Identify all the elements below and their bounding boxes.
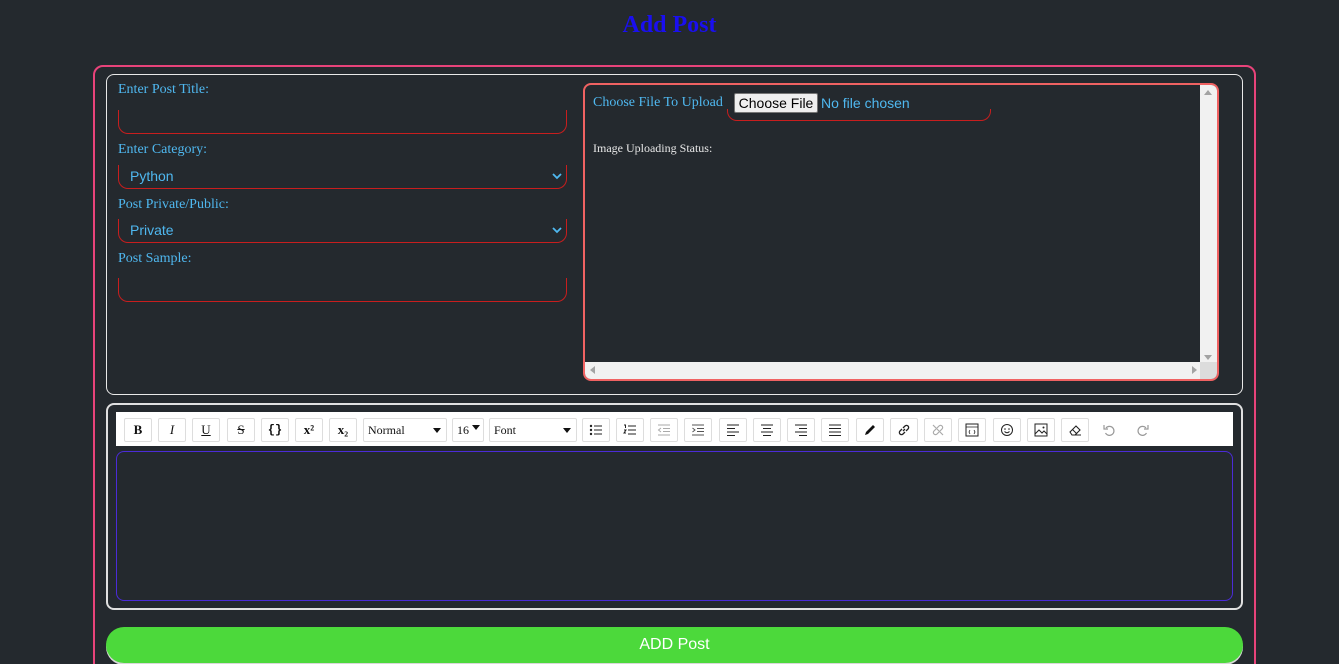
- category-select-value: Python: [130, 168, 174, 184]
- align-right-icon: [795, 424, 807, 436]
- align-left-icon: [727, 424, 739, 436]
- chevron-down-icon: [552, 173, 562, 183]
- horizontal-scrollbar[interactable]: [585, 362, 1202, 379]
- caret-down-icon: [563, 428, 571, 433]
- font-select[interactable]: Font: [489, 418, 577, 442]
- align-center-icon: [761, 424, 773, 436]
- numbered-list-button[interactable]: [616, 418, 644, 442]
- pen-icon: [865, 425, 875, 435]
- size-select-value: 16: [457, 423, 469, 437]
- redo-icon: [1137, 425, 1149, 436]
- caret-down-icon: [433, 428, 441, 433]
- font-select-value: Font: [494, 423, 517, 437]
- bullet-list-button[interactable]: [582, 418, 610, 442]
- post-sample-label: Post Sample:: [118, 251, 192, 266]
- align-center-button[interactable]: [753, 418, 781, 442]
- visibility-select[interactable]: Private: [118, 219, 567, 243]
- choose-file-button[interactable]: Choose File: [734, 93, 818, 113]
- chevron-down-icon: [552, 227, 562, 237]
- post-title-label: Enter Post Title:: [118, 82, 210, 97]
- justify-icon: [829, 424, 841, 436]
- underline-button[interactable]: U: [192, 418, 220, 442]
- italic-button[interactable]: I: [158, 418, 186, 442]
- vertical-scrollbar[interactable]: [1200, 85, 1217, 365]
- post-title-input[interactable]: [118, 110, 567, 134]
- code-button[interactable]: {}: [261, 418, 289, 442]
- clear-format-button[interactable]: [1061, 418, 1089, 442]
- format-select-value: Normal: [368, 423, 405, 437]
- category-label: Enter Category:: [118, 142, 208, 157]
- add-post-button[interactable]: ADD Post: [106, 627, 1243, 663]
- scroll-corner: [1200, 362, 1217, 379]
- smiley-icon: [1001, 424, 1013, 436]
- eraser-icon: [1069, 425, 1081, 436]
- category-select[interactable]: Python: [118, 165, 567, 189]
- redo-button[interactable]: [1129, 418, 1157, 442]
- superscript-button[interactable]: x²: [295, 418, 323, 442]
- undo-icon: [1103, 425, 1115, 436]
- subscript-button[interactable]: x₂: [329, 418, 357, 442]
- caret-down-icon: [472, 425, 480, 430]
- strikethrough-button[interactable]: S: [227, 418, 255, 442]
- align-left-button[interactable]: [719, 418, 747, 442]
- numbered-list-icon: [623, 424, 636, 435]
- file-status: No file chosen: [821, 95, 910, 111]
- insert-link-button[interactable]: [890, 418, 918, 442]
- bold-button[interactable]: B: [124, 418, 152, 442]
- bullet-list-icon: [589, 424, 602, 436]
- upload-label: Choose File To Upload: [593, 95, 723, 110]
- scroll-up-icon[interactable]: [1204, 90, 1212, 95]
- visibility-label: Post Private/Public:: [118, 197, 229, 212]
- scroll-down-icon[interactable]: [1204, 355, 1212, 360]
- visibility-select-value: Private: [130, 222, 174, 238]
- align-right-button[interactable]: [787, 418, 815, 442]
- embed-icon: [965, 423, 979, 437]
- indent-button[interactable]: [684, 418, 712, 442]
- justify-button[interactable]: [821, 418, 849, 442]
- scroll-right-icon[interactable]: [1192, 366, 1197, 374]
- unlink-icon: [932, 424, 944, 436]
- text-color-button[interactable]: [856, 418, 884, 442]
- embed-button[interactable]: [958, 418, 986, 442]
- size-select[interactable]: 16: [452, 418, 484, 442]
- editor-content-area[interactable]: [116, 451, 1233, 601]
- emoji-button[interactable]: [993, 418, 1021, 442]
- insert-image-button[interactable]: [1027, 418, 1055, 442]
- outdent-button[interactable]: [650, 418, 678, 442]
- link-icon: [898, 424, 910, 436]
- upload-panel[interactable]: Choose File To Upload Choose File No fil…: [583, 83, 1219, 381]
- undo-button[interactable]: [1095, 418, 1123, 442]
- format-select[interactable]: Normal: [363, 418, 447, 442]
- editor-toolbar: B I U S {} x² x₂ Normal 16 Font: [116, 412, 1233, 446]
- upload-status-label: Image Uploading Status:: [593, 141, 713, 155]
- outdent-icon: [657, 424, 670, 436]
- image-icon: [1034, 423, 1048, 437]
- remove-link-button[interactable]: [924, 418, 952, 442]
- page-title: Add Post: [622, 12, 717, 38]
- post-sample-input[interactable]: [118, 278, 567, 302]
- indent-icon: [692, 424, 704, 436]
- scroll-left-icon[interactable]: [590, 366, 595, 374]
